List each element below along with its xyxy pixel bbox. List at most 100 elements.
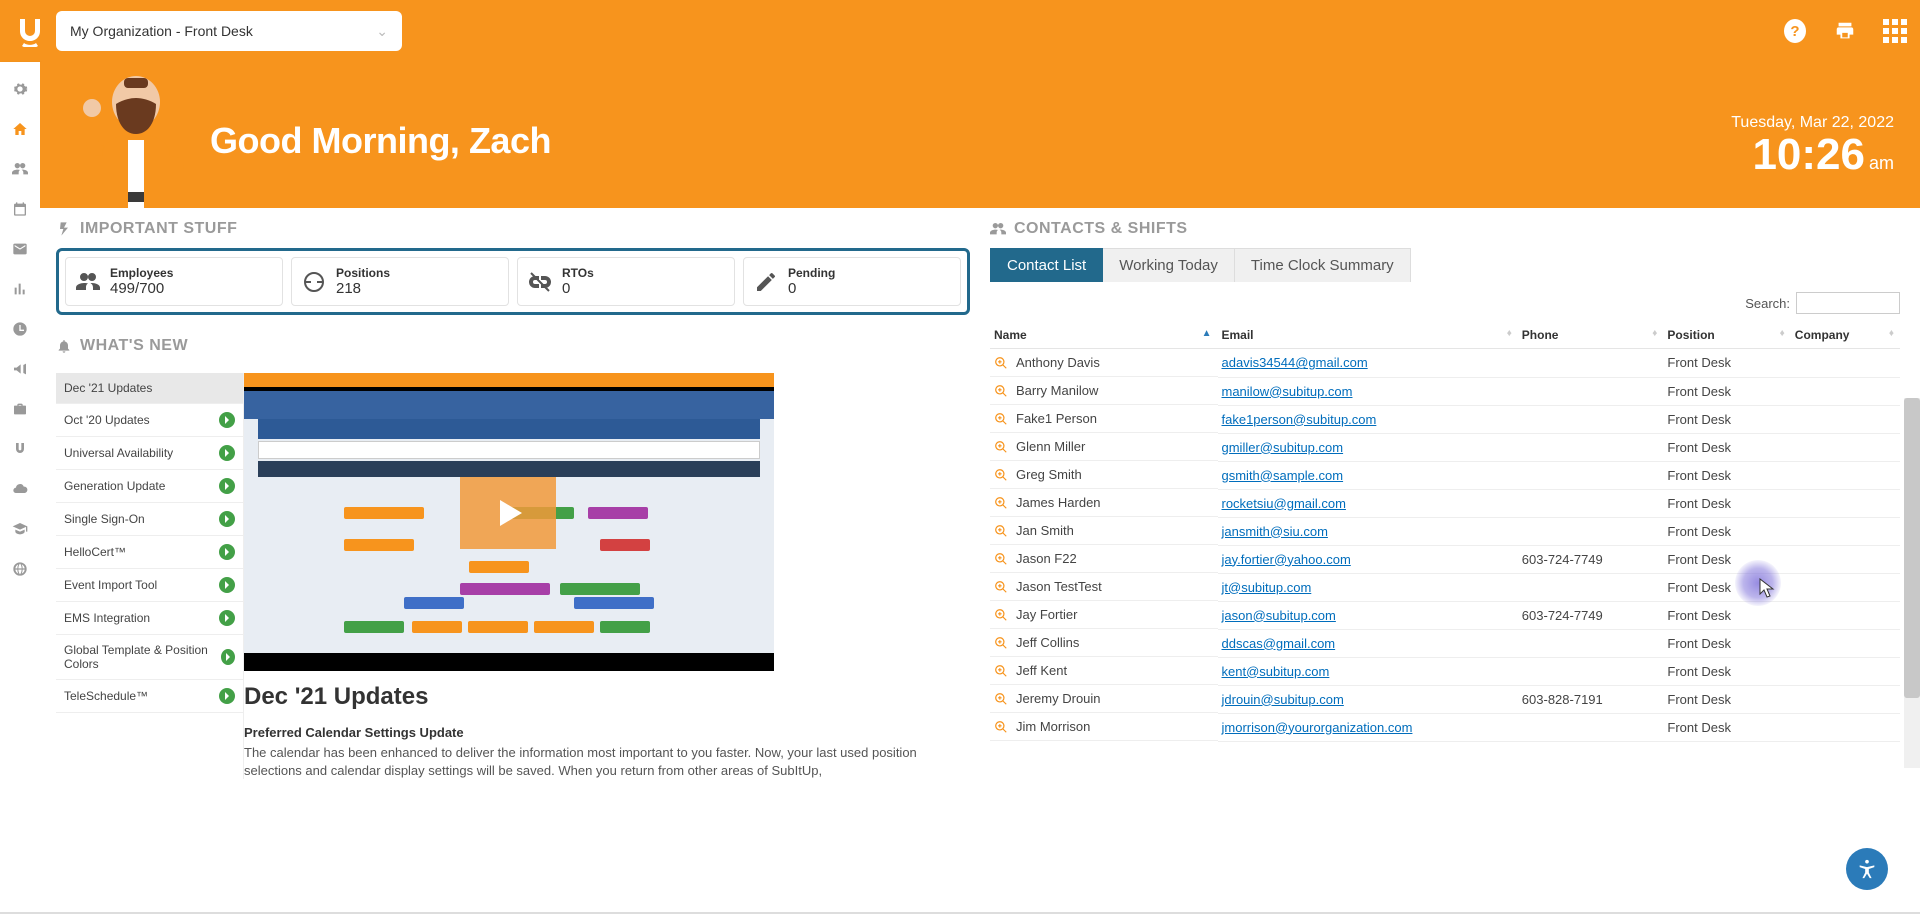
card-positions[interactable]: Positions218 — [291, 257, 509, 306]
email-link[interactable]: jason@subitup.com — [1222, 608, 1336, 623]
cell-position: Front Desk — [1663, 377, 1790, 405]
tab-working-today[interactable]: Working Today — [1103, 248, 1235, 282]
search-input[interactable] — [1796, 292, 1900, 314]
whatsnew-item-label: Single Sign-On — [64, 512, 145, 526]
tab-contact-list[interactable]: Contact List — [990, 248, 1103, 282]
whatsnew-item-label: TeleSchedule™ — [64, 689, 148, 703]
gear-icon[interactable] — [11, 80, 29, 98]
print-icon[interactable] — [1834, 20, 1856, 42]
cell-name: Jeff Kent — [990, 657, 1218, 685]
email-link[interactable]: jay.fortier@yahoo.com — [1222, 552, 1351, 567]
whatsnew-item[interactable]: Generation Update — [56, 470, 243, 503]
article-title: Dec '21 Updates — [244, 683, 970, 711]
help-icon[interactable]: ? — [1784, 20, 1806, 42]
email-link[interactable]: adavis34544@gmail.com — [1222, 355, 1368, 370]
go-icon — [219, 544, 235, 560]
card-pending[interactable]: Pending0 — [743, 257, 961, 306]
magnify-icon[interactable] — [994, 412, 1008, 426]
table-row: Jeff Kentkent@subitup.comFront Desk — [990, 657, 1900, 685]
whatsnew-item-label: Dec '21 Updates — [64, 381, 152, 395]
col-label: Email — [1222, 328, 1254, 342]
mail-icon[interactable] — [11, 240, 29, 258]
email-link[interactable]: jmorrison@yourorganization.com — [1222, 720, 1413, 735]
magnify-icon[interactable] — [994, 356, 1008, 370]
email-link[interactable]: manilow@subitup.com — [1222, 384, 1353, 399]
col-email[interactable]: Email♦ — [1218, 322, 1518, 349]
whatsnew-item[interactable]: Single Sign-On — [56, 503, 243, 536]
cell-company — [1791, 405, 1900, 433]
cell-position: Front Desk — [1663, 517, 1790, 545]
magnify-icon[interactable] — [994, 524, 1008, 538]
email-link[interactable]: gmiller@subitup.com — [1222, 440, 1344, 455]
whatsnew-item-label: HelloCert™ — [64, 545, 126, 559]
col-phone[interactable]: Phone♦ — [1518, 322, 1664, 349]
cell-name: Jeremy Drouin — [990, 685, 1218, 713]
email-link[interactable]: jt@subitup.com — [1222, 580, 1312, 595]
magnify-icon[interactable] — [994, 692, 1008, 706]
col-position[interactable]: Position♦ — [1663, 322, 1790, 349]
datetime: Tuesday, Mar 22, 2022 10:26am — [1731, 114, 1894, 178]
email-link[interactable]: rocketsiu@gmail.com — [1222, 496, 1346, 511]
whatsnew-item[interactable]: Universal Availability — [56, 437, 243, 470]
cell-position: Front Desk — [1663, 713, 1790, 741]
magnify-icon[interactable] — [994, 636, 1008, 650]
cell-email: jdrouin@subitup.com — [1218, 685, 1518, 713]
card-rtos[interactable]: RTOs0 — [517, 257, 735, 306]
email-link[interactable]: fake1person@subitup.com — [1222, 412, 1377, 427]
contact-name: Glenn Miller — [1016, 439, 1085, 454]
whatsnew-item[interactable]: Event Import Tool — [56, 569, 243, 602]
cell-email: jansmith@siu.com — [1218, 517, 1518, 545]
home-icon[interactable] — [11, 120, 29, 138]
magnet-icon[interactable] — [11, 440, 29, 458]
graduation-icon[interactable] — [11, 520, 29, 538]
email-link[interactable]: jansmith@siu.com — [1222, 524, 1328, 539]
col-name[interactable]: Name▲ — [990, 322, 1218, 349]
table-row: Jeremy Drouinjdrouin@subitup.com603-828-… — [990, 685, 1900, 713]
clock-icon[interactable] — [11, 320, 29, 338]
accessibility-fab[interactable] — [1846, 848, 1888, 890]
chevron-down-icon: ⌄ — [376, 23, 388, 40]
briefcase-icon[interactable] — [11, 400, 29, 418]
email-link[interactable]: jdrouin@subitup.com — [1222, 692, 1344, 707]
scrollbar[interactable] — [1904, 398, 1920, 768]
globe-icon[interactable] — [11, 560, 29, 578]
whatsnew-item[interactable]: Dec '21 Updates — [56, 373, 243, 404]
magnify-icon[interactable] — [994, 720, 1008, 734]
email-link[interactable]: ddscas@gmail.com — [1222, 636, 1336, 651]
cell-company — [1791, 349, 1900, 378]
email-link[interactable]: kent@subitup.com — [1222, 664, 1330, 679]
calendar-icon[interactable] — [11, 200, 29, 218]
magnify-icon[interactable] — [994, 496, 1008, 510]
left-column: IMPORTANT STUFF Employees499/700 Positio… — [40, 208, 980, 914]
magnify-icon[interactable] — [994, 384, 1008, 398]
card-employees[interactable]: Employees499/700 — [65, 257, 283, 306]
table-row: Greg Smithgsmith@sample.comFront Desk — [990, 461, 1900, 489]
whatsnew-item[interactable]: Global Template & Position Colors — [56, 635, 243, 680]
video-player[interactable] — [244, 373, 774, 671]
magnify-icon[interactable] — [994, 608, 1008, 622]
magnify-icon[interactable] — [994, 468, 1008, 482]
col-label: Phone — [1522, 328, 1559, 342]
cell-name: Fake1 Person — [990, 405, 1218, 433]
megaphone-icon[interactable] — [11, 360, 29, 378]
whatsnew-item[interactable]: Oct '20 Updates — [56, 404, 243, 437]
users-icon[interactable] — [11, 160, 29, 178]
org-selector[interactable]: My Organization - Front Desk ⌄ — [56, 11, 402, 51]
tab-time-clock-summary[interactable]: Time Clock Summary — [1235, 248, 1411, 282]
magnify-icon[interactable] — [994, 664, 1008, 678]
whatsnew-item[interactable]: HelloCert™ — [56, 536, 243, 569]
cloud-icon[interactable] — [11, 480, 29, 498]
col-company[interactable]: Company♦ — [1791, 322, 1900, 349]
cell-phone — [1518, 377, 1664, 405]
whatsnew-item[interactable]: TeleSchedule™ — [56, 680, 243, 713]
whatsnew-item[interactable]: EMS Integration — [56, 602, 243, 635]
logo[interactable] — [14, 15, 46, 47]
card-label: RTOs — [562, 266, 594, 280]
email-link[interactable]: gsmith@sample.com — [1222, 468, 1344, 483]
chart-icon[interactable] — [11, 280, 29, 298]
card-label: Employees — [110, 266, 173, 280]
apps-icon[interactable] — [1884, 20, 1906, 42]
magnify-icon[interactable] — [994, 580, 1008, 594]
magnify-icon[interactable] — [994, 440, 1008, 454]
magnify-icon[interactable] — [994, 552, 1008, 566]
